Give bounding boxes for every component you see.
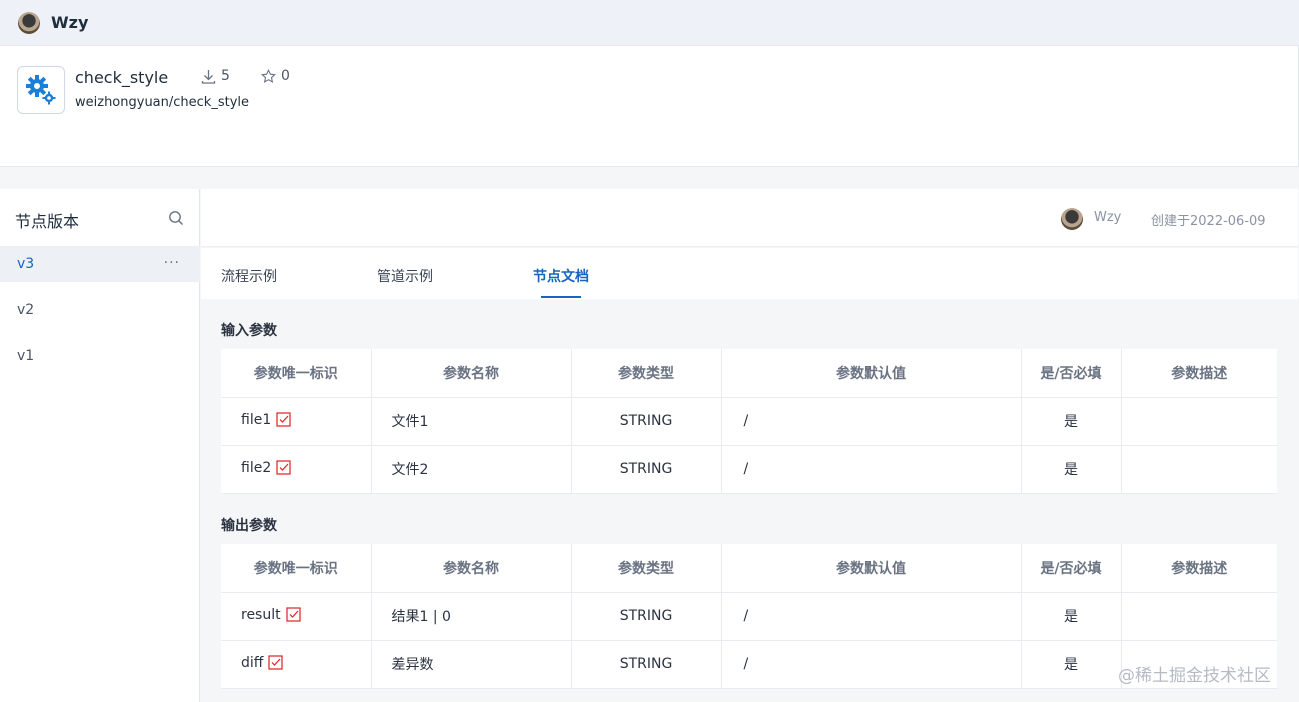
required-check-icon xyxy=(276,459,291,479)
download-icon xyxy=(201,69,216,84)
gears-icon xyxy=(17,66,65,114)
download-count-value: 5 xyxy=(221,68,230,84)
col-header: 是/否必填 xyxy=(1021,349,1122,398)
author-name: Wzy xyxy=(1094,210,1122,225)
param-required: 是 xyxy=(1021,397,1122,446)
plugin-name: check_style xyxy=(75,68,169,87)
param-required: 是 xyxy=(1021,592,1122,641)
param-name: 文件1 xyxy=(371,397,572,446)
param-name: 差异数 xyxy=(371,640,572,689)
col-header: 参数类型 xyxy=(571,544,722,593)
required-check-icon xyxy=(276,411,291,431)
param-default: / xyxy=(721,397,1022,446)
param-id-cell: result xyxy=(221,592,372,641)
param-desc xyxy=(1121,445,1277,494)
tab-flow-example[interactable]: 流程示例 xyxy=(221,266,277,286)
col-header: 参数描述 xyxy=(1121,544,1277,593)
param-id: diff xyxy=(241,654,264,671)
param-name: 结果1 | 0 xyxy=(371,592,572,641)
version-item-v3[interactable]: v3 ··· xyxy=(0,246,200,282)
version-meta-bar: Wzy 创建于2022-06-09 xyxy=(201,189,1298,247)
param-desc xyxy=(1121,592,1277,641)
param-default: / xyxy=(721,592,1022,641)
param-default: / xyxy=(721,640,1022,689)
search-icon[interactable] xyxy=(168,210,184,230)
star-icon[interactable] xyxy=(261,68,276,84)
param-default: / xyxy=(721,445,1022,494)
param-id-cell: file2 xyxy=(221,445,372,494)
param-id-cell: file1 xyxy=(221,397,372,446)
param-required: 是 xyxy=(1021,445,1122,494)
param-type: STRING xyxy=(571,592,722,641)
col-header: 参数唯一标识 xyxy=(221,544,372,593)
download-count: 5 xyxy=(201,68,230,84)
user-avatar[interactable] xyxy=(18,11,40,34)
plugin-path: weizhongyuan/check_style xyxy=(75,95,250,110)
param-type: STRING xyxy=(571,640,722,689)
param-id: file2 xyxy=(241,459,272,476)
more-options-icon[interactable]: ··· xyxy=(164,255,180,271)
param-id-cell: diff xyxy=(221,640,372,689)
col-header: 参数名称 xyxy=(371,544,572,593)
main-content: Wzy 创建于2022-06-09 流程示例 管道示例 节点文档 输入参数 参数… xyxy=(201,189,1298,702)
watermark: @稀土掘金技术社区 xyxy=(1118,666,1271,686)
versions-panel: 节点版本 v3 ··· v2 v1 xyxy=(0,189,200,702)
param-id: result xyxy=(241,606,281,623)
author-avatar xyxy=(1061,208,1083,230)
col-header: 参数唯一标识 xyxy=(221,349,372,398)
param-required: 是 xyxy=(1021,640,1122,689)
table-header-row: 参数唯一标识 参数名称 参数类型 参数默认值 是/否必填 参数描述 xyxy=(221,544,1277,593)
col-header: 参数名称 xyxy=(371,349,572,398)
param-id: file1 xyxy=(241,411,272,428)
table-header-row: 参数唯一标识 参数名称 参数类型 参数默认值 是/否必填 参数描述 xyxy=(221,349,1277,398)
plugin-header: check_style weizhongyuan/check_style 5 0 xyxy=(0,46,1299,167)
version-item-v1[interactable]: v1 xyxy=(0,338,200,374)
param-name: 文件2 xyxy=(371,445,572,494)
star-count-value: 0 xyxy=(281,68,290,84)
required-check-icon xyxy=(268,654,284,674)
table-row: result 结果1 | 0 STRING / 是 xyxy=(221,592,1277,641)
version-label: v3 xyxy=(17,256,35,272)
table-row: file1 文件1 STRING / 是 xyxy=(221,397,1277,446)
star-count[interactable]: 0 xyxy=(261,68,290,84)
col-header: 参数默认值 xyxy=(721,544,1022,593)
doc-tabs: 流程示例 管道示例 节点文档 xyxy=(201,248,1298,299)
versions-title: 节点版本 xyxy=(15,212,80,231)
created-date: 创建于2022-06-09 xyxy=(1151,214,1266,229)
version-label: v2 xyxy=(17,302,35,318)
param-type: STRING xyxy=(571,397,722,446)
output-params-title: 输出参数 xyxy=(221,518,277,534)
tab-pipeline-example[interactable]: 管道示例 xyxy=(377,266,433,286)
col-header: 参数描述 xyxy=(1121,349,1277,398)
version-label: v1 xyxy=(17,348,35,364)
param-desc xyxy=(1121,397,1277,446)
required-check-icon xyxy=(286,606,301,626)
col-header: 是/否必填 xyxy=(1021,544,1122,593)
col-header: 参数默认值 xyxy=(721,349,1022,398)
input-params-title: 输入参数 xyxy=(221,323,277,339)
top-username[interactable]: Wzy xyxy=(51,13,88,32)
top-bar: Wzy xyxy=(0,0,1299,46)
active-tab-indicator xyxy=(541,296,581,298)
input-params-table: 参数唯一标识 参数名称 参数类型 参数默认值 是/否必填 参数描述 file1 … xyxy=(221,349,1277,494)
param-type: STRING xyxy=(571,445,722,494)
tab-node-doc[interactable]: 节点文档 xyxy=(533,266,589,286)
col-header: 参数类型 xyxy=(571,349,722,398)
version-item-v2[interactable]: v2 xyxy=(0,292,200,328)
table-row: file2 文件2 STRING / 是 xyxy=(221,445,1277,494)
